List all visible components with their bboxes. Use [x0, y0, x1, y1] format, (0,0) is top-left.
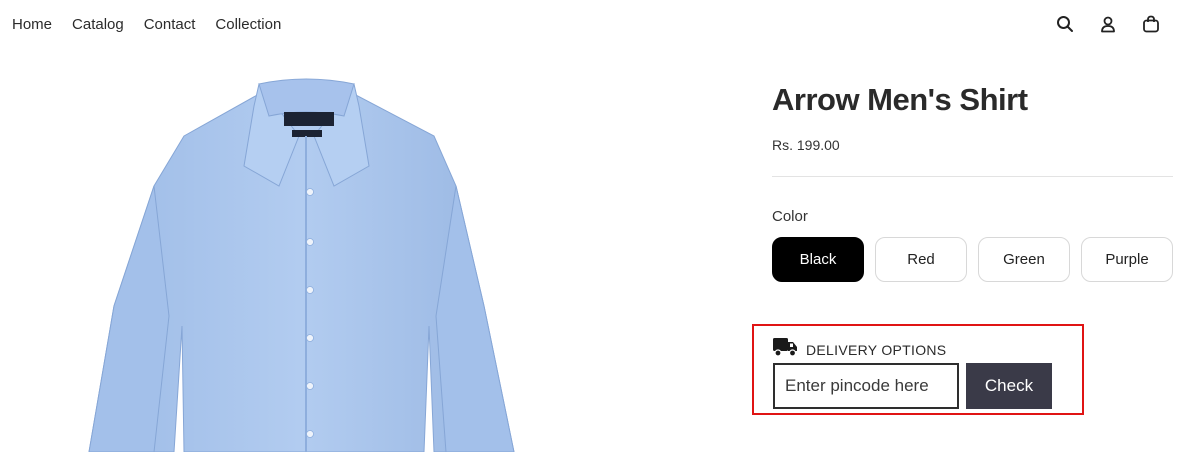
delivery-heading: DELIVERY OPTIONS [773, 337, 946, 362]
delivery-options-box: DELIVERY OPTIONS Check [752, 324, 1084, 415]
nav-catalog[interactable]: Catalog [72, 16, 124, 34]
color-label: Color [772, 208, 808, 225]
nav-home[interactable]: Home [12, 16, 52, 34]
product-price: Rs. 199.00 [772, 137, 840, 153]
account-icon[interactable] [1098, 14, 1118, 34]
product-title: Arrow Men's Shirt [772, 82, 1028, 117]
pincode-input[interactable] [773, 363, 959, 409]
check-button[interactable]: Check [966, 363, 1052, 409]
shirt-image [84, 76, 532, 452]
delivery-heading-label: DELIVERY OPTIONS [806, 341, 947, 358]
nav-collection[interactable]: Collection [215, 16, 281, 34]
color-option-black[interactable]: Black [772, 237, 864, 282]
nav-contact[interactable]: Contact [144, 16, 196, 34]
product-info: Arrow Men's Shirt Rs. 199.00 Color Black… [772, 80, 1173, 282]
color-option-purple[interactable]: Purple [1081, 237, 1173, 282]
color-options: Black Red Green Purple [772, 237, 1173, 282]
search-icon[interactable] [1055, 14, 1075, 34]
main-nav: Home Catalog Contact Collection [12, 16, 281, 34]
color-option-green[interactable]: Green [978, 237, 1070, 282]
divider [772, 176, 1173, 177]
cart-icon[interactable] [1141, 14, 1161, 34]
header-icons [1055, 14, 1161, 34]
color-option-red[interactable]: Red [875, 237, 967, 282]
truck-icon [773, 337, 798, 362]
